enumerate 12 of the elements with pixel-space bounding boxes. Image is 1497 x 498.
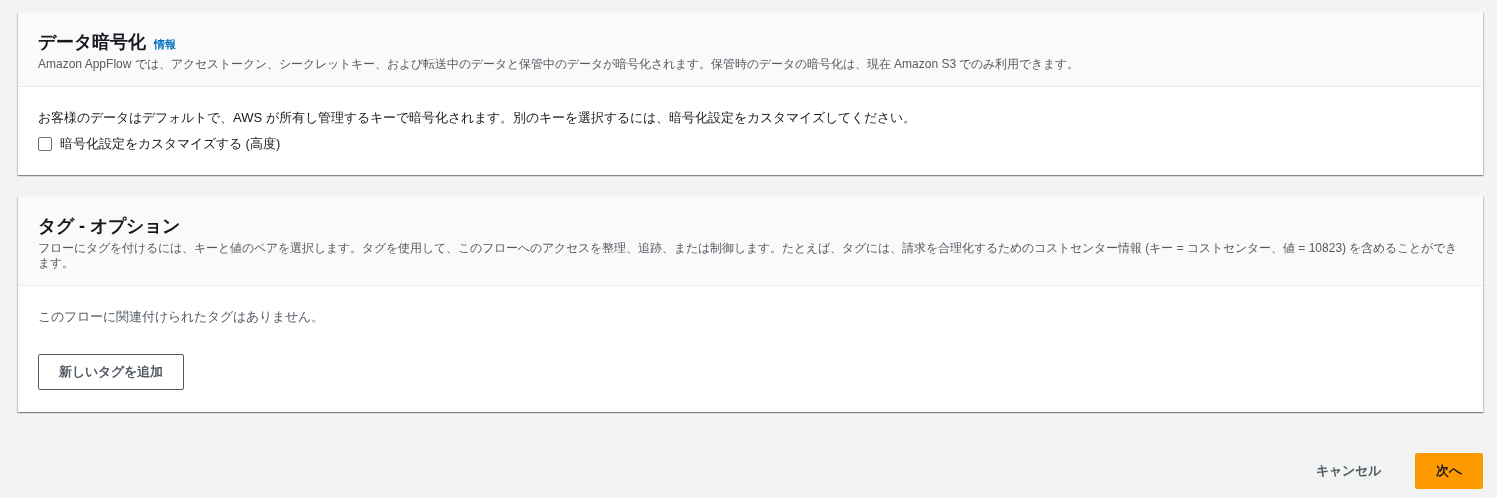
- add-tag-button[interactable]: 新しいタグを追加: [38, 354, 184, 390]
- section-description: Amazon AppFlow では、アクセストークン、シークレットキー、および転送中のデータと保管中のデータが暗号化されます。保管時のデータの暗号化は、現在 Amazon S3 でのみ利用できます。: [38, 57, 1081, 72]
- section-title: データ暗号化: [38, 31, 146, 54]
- checkbox-label: 暗号化設定をカスタマイズする (高度): [60, 135, 281, 153]
- next-button[interactable]: 次へ: [1415, 453, 1483, 489]
- section-title: タグ - オプション: [38, 215, 180, 238]
- body-text: お客様のデータはデフォルトで、AWS が所有し管理するキーで暗号化されます。別のキーを選択するには、暗号化設定をカスタマイズしてください。: [38, 109, 917, 127]
- body-text: このフローに関連付けられたタグはありません。: [38, 308, 325, 326]
- info-link[interactable]: 情報: [154, 37, 176, 52]
- cancel-button[interactable]: キャンセル: [1310, 461, 1387, 481]
- checkbox[interactable]: [38, 137, 52, 151]
- section-description: フローにタグを付けるには、キーと値のペアを選択します。タグを使用して、このフローへのアクセスを整理、追跡、または制御します。たとえば、タグには、請求を合理化するためのコストセンター情報 (キー = コストセンター、値 = 10823) を含めることができます。: [38, 241, 1459, 271]
